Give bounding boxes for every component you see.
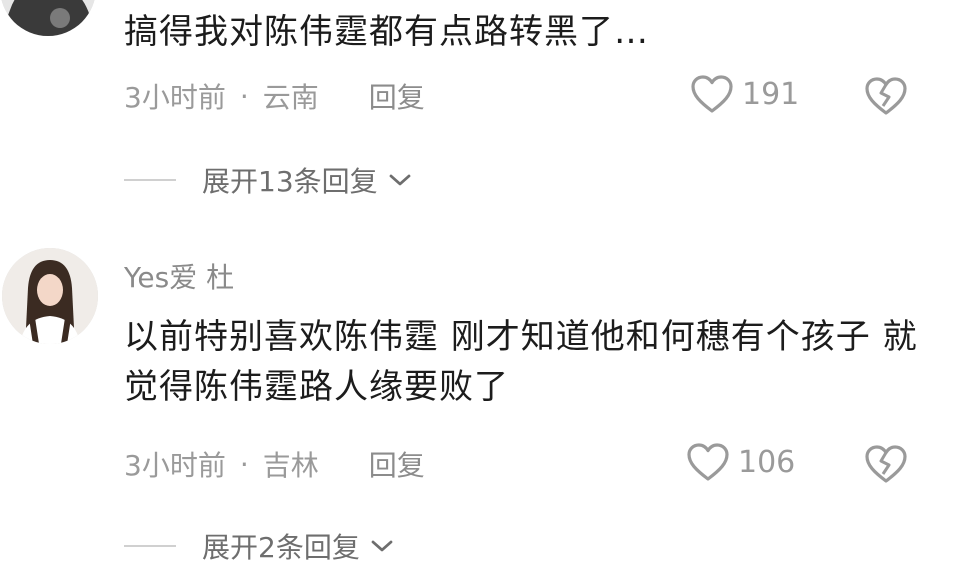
comment-time: 3小时前: [124, 81, 226, 114]
comment-text: 搞得我对陈伟霆都有点路转黑了…: [124, 12, 649, 52]
broken-heart-icon: [865, 445, 907, 483]
comment-item: 搞得我对陈伟霆都有点路转黑了… 3小时前 · 云南 回复 191 展开13条回复: [0, 0, 960, 210]
divider-line: [124, 179, 176, 181]
meta-separator: ·: [239, 79, 249, 113]
comment-text: 以前特别喜欢陈伟霆 刚才知道他和何穗有个孩子 就觉得陈伟霆路人缘要败了: [124, 317, 918, 407]
dislike-button[interactable]: [864, 444, 908, 488]
comment-username[interactable]: Yes爱 杜: [124, 256, 234, 296]
divider-line: [124, 545, 176, 547]
comment-time: 3小时前: [124, 449, 226, 482]
avatar[interactable]: [0, 0, 96, 36]
like-button[interactable]: 106: [686, 442, 795, 482]
comment-item: Yes爱 杜 以前特别喜欢陈伟霆 刚才知道他和何穗有个孩子 就觉得陈伟霆路人缘要…: [0, 246, 960, 582]
heart-outline-icon: [691, 75, 733, 113]
expand-replies-button[interactable]: 展开13条回复: [124, 160, 412, 200]
like-count: 106: [738, 444, 796, 480]
heart-outline-icon: [687, 443, 729, 481]
dislike-button[interactable]: [864, 76, 908, 120]
meta-separator: ·: [239, 447, 249, 481]
expand-replies-label: 展开13条回复: [202, 165, 378, 198]
comment-meta: 3小时前 · 吉林 回复: [124, 444, 425, 484]
chevron-down-icon: [389, 174, 411, 186]
chevron-down-icon: [371, 540, 393, 552]
comment-location: 云南: [262, 81, 319, 114]
expand-replies-button[interactable]: 展开2条回复: [124, 526, 394, 566]
broken-heart-icon: [865, 77, 907, 115]
comment-meta: 3小时前 · 云南 回复: [124, 76, 425, 116]
expand-replies-label: 展开2条回复: [202, 531, 360, 564]
reply-button[interactable]: 回复: [369, 76, 425, 116]
reply-button[interactable]: 回复: [369, 444, 425, 484]
comment-location: 吉林: [262, 449, 319, 482]
like-button[interactable]: 191: [690, 74, 799, 114]
avatar[interactable]: [2, 248, 98, 344]
like-count: 191: [742, 76, 800, 112]
